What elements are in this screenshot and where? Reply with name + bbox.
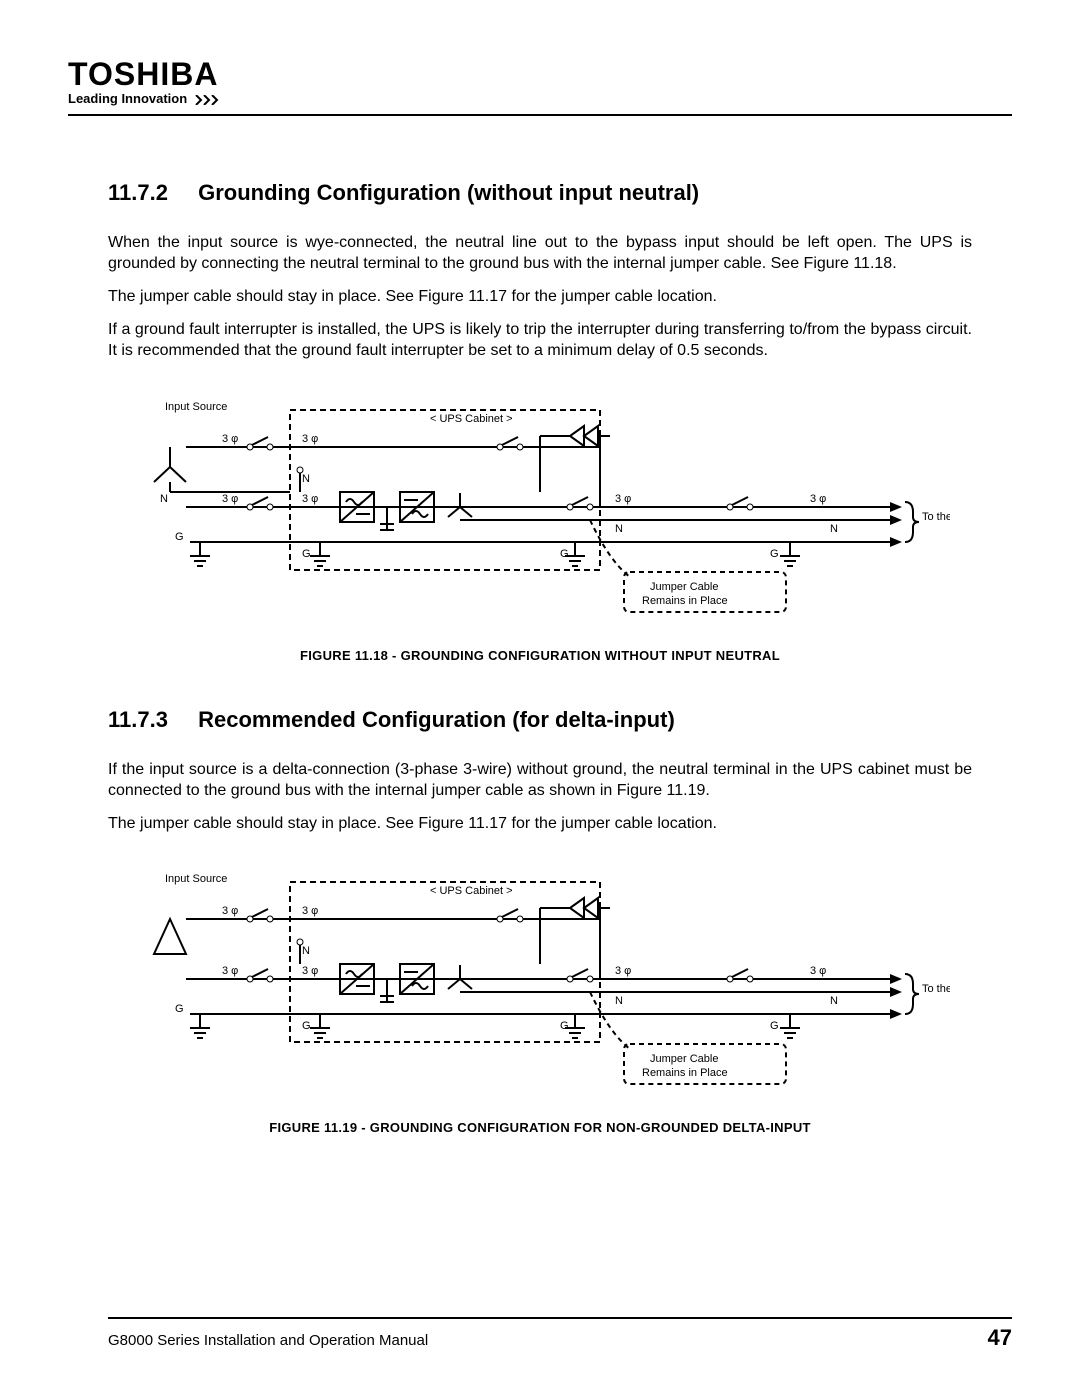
svg-text:N: N (830, 523, 838, 535)
section-title: Recommended Configuration (for delta-inp… (198, 707, 675, 732)
svg-text:Input Source: Input Source (165, 873, 227, 885)
section-title: Grounding Configuration (without input n… (198, 180, 699, 205)
page-number: 47 (988, 1325, 1012, 1351)
svg-text:3 φ: 3 φ (222, 433, 238, 445)
section-11-7-2-p1: When the input source is wye-connected, … (108, 232, 972, 274)
svg-text:< UPS Cabinet >: < UPS Cabinet > (430, 413, 513, 425)
figure-11-19-caption: FIGURE 11.19 - GROUNDING CONFIGURATION F… (108, 1120, 972, 1135)
svg-text:To the Load: To the Load (922, 511, 950, 523)
document-page: TOSHIBA Leading Innovation 11.7.2 Ground… (0, 0, 1080, 1397)
brand-tagline: Leading Innovation (68, 91, 1012, 106)
page-footer: G8000 Series Installation and Operation … (108, 1317, 1012, 1351)
content: 11.7.2 Grounding Configuration (without … (68, 116, 1012, 1135)
svg-text:G: G (560, 548, 569, 560)
svg-text:3 φ: 3 φ (302, 493, 318, 505)
grounding-diagram-wye-icon: .l{stroke:#000;stroke-width:2;fill:none}… (130, 392, 950, 622)
section-11-7-2-heading: 11.7.2 Grounding Configuration (without … (108, 180, 972, 206)
svg-text:N: N (615, 995, 623, 1007)
svg-text:N: N (302, 945, 310, 957)
chevrons-icon (195, 95, 229, 105)
section-11-7-3-p2: The jumper cable should stay in place. S… (108, 813, 972, 834)
svg-text:G: G (175, 531, 184, 543)
section-11-7-2-p2: The jumper cable should stay in place. S… (108, 286, 972, 307)
brand-block: TOSHIBA Leading Innovation (68, 56, 1012, 106)
svg-text:3 φ: 3 φ (222, 905, 238, 917)
svg-text:< UPS Cabinet >: < UPS Cabinet > (430, 885, 513, 897)
svg-text:N: N (830, 995, 838, 1007)
svg-text:G: G (770, 548, 779, 560)
svg-text:3 φ: 3 φ (302, 965, 318, 977)
section-11-7-3-heading: 11.7.3 Recommended Configuration (for de… (108, 707, 972, 733)
grounding-diagram-delta-icon: .l{stroke:#000;stroke-width:2;fill:none}… (130, 864, 950, 1094)
svg-text:G: G (302, 548, 311, 560)
svg-text:3 φ: 3 φ (810, 493, 826, 505)
section-11-7-3-p1: If the input source is a delta-connectio… (108, 759, 972, 801)
svg-text:3 φ: 3 φ (615, 965, 631, 977)
svg-text:G: G (302, 1020, 311, 1032)
figure-11-19: .l{stroke:#000;stroke-width:2;fill:none}… (130, 864, 950, 1094)
svg-text:N: N (615, 523, 623, 535)
svg-text:3 φ: 3 φ (222, 493, 238, 505)
svg-text:To the Load: To the Load (922, 983, 950, 995)
svg-text:3 φ: 3 φ (302, 433, 318, 445)
svg-text:Input Source: Input Source (165, 401, 227, 413)
svg-text:N: N (160, 493, 168, 505)
svg-text:Remains in Place: Remains in Place (642, 595, 728, 607)
svg-text:Jumper Cable: Jumper Cable (650, 581, 718, 593)
footer-rule (108, 1317, 1012, 1319)
svg-text:3 φ: 3 φ (615, 493, 631, 505)
brand-name: TOSHIBA (68, 56, 1012, 93)
section-number: 11.7.3 (108, 707, 192, 733)
svg-text:G: G (175, 1003, 184, 1015)
section-number: 11.7.2 (108, 180, 192, 206)
svg-text:Jumper Cable: Jumper Cable (650, 1053, 718, 1065)
svg-text:Remains in Place: Remains in Place (642, 1067, 728, 1079)
section-11-7-2-p3: If a ground fault interrupter is install… (108, 319, 972, 361)
manual-title: G8000 Series Installation and Operation … (108, 1332, 428, 1349)
svg-text:3 φ: 3 φ (810, 965, 826, 977)
svg-text:N: N (302, 473, 310, 485)
brand-tagline-text: Leading Innovation (68, 91, 187, 106)
svg-text:G: G (560, 1020, 569, 1032)
svg-text:3 φ: 3 φ (222, 965, 238, 977)
figure-11-18-caption: FIGURE 11.18 - GROUNDING CONFIGURATION W… (108, 648, 972, 663)
figure-11-18: .l{stroke:#000;stroke-width:2;fill:none}… (130, 392, 950, 622)
svg-text:3 φ: 3 φ (302, 905, 318, 917)
svg-text:G: G (770, 1020, 779, 1032)
